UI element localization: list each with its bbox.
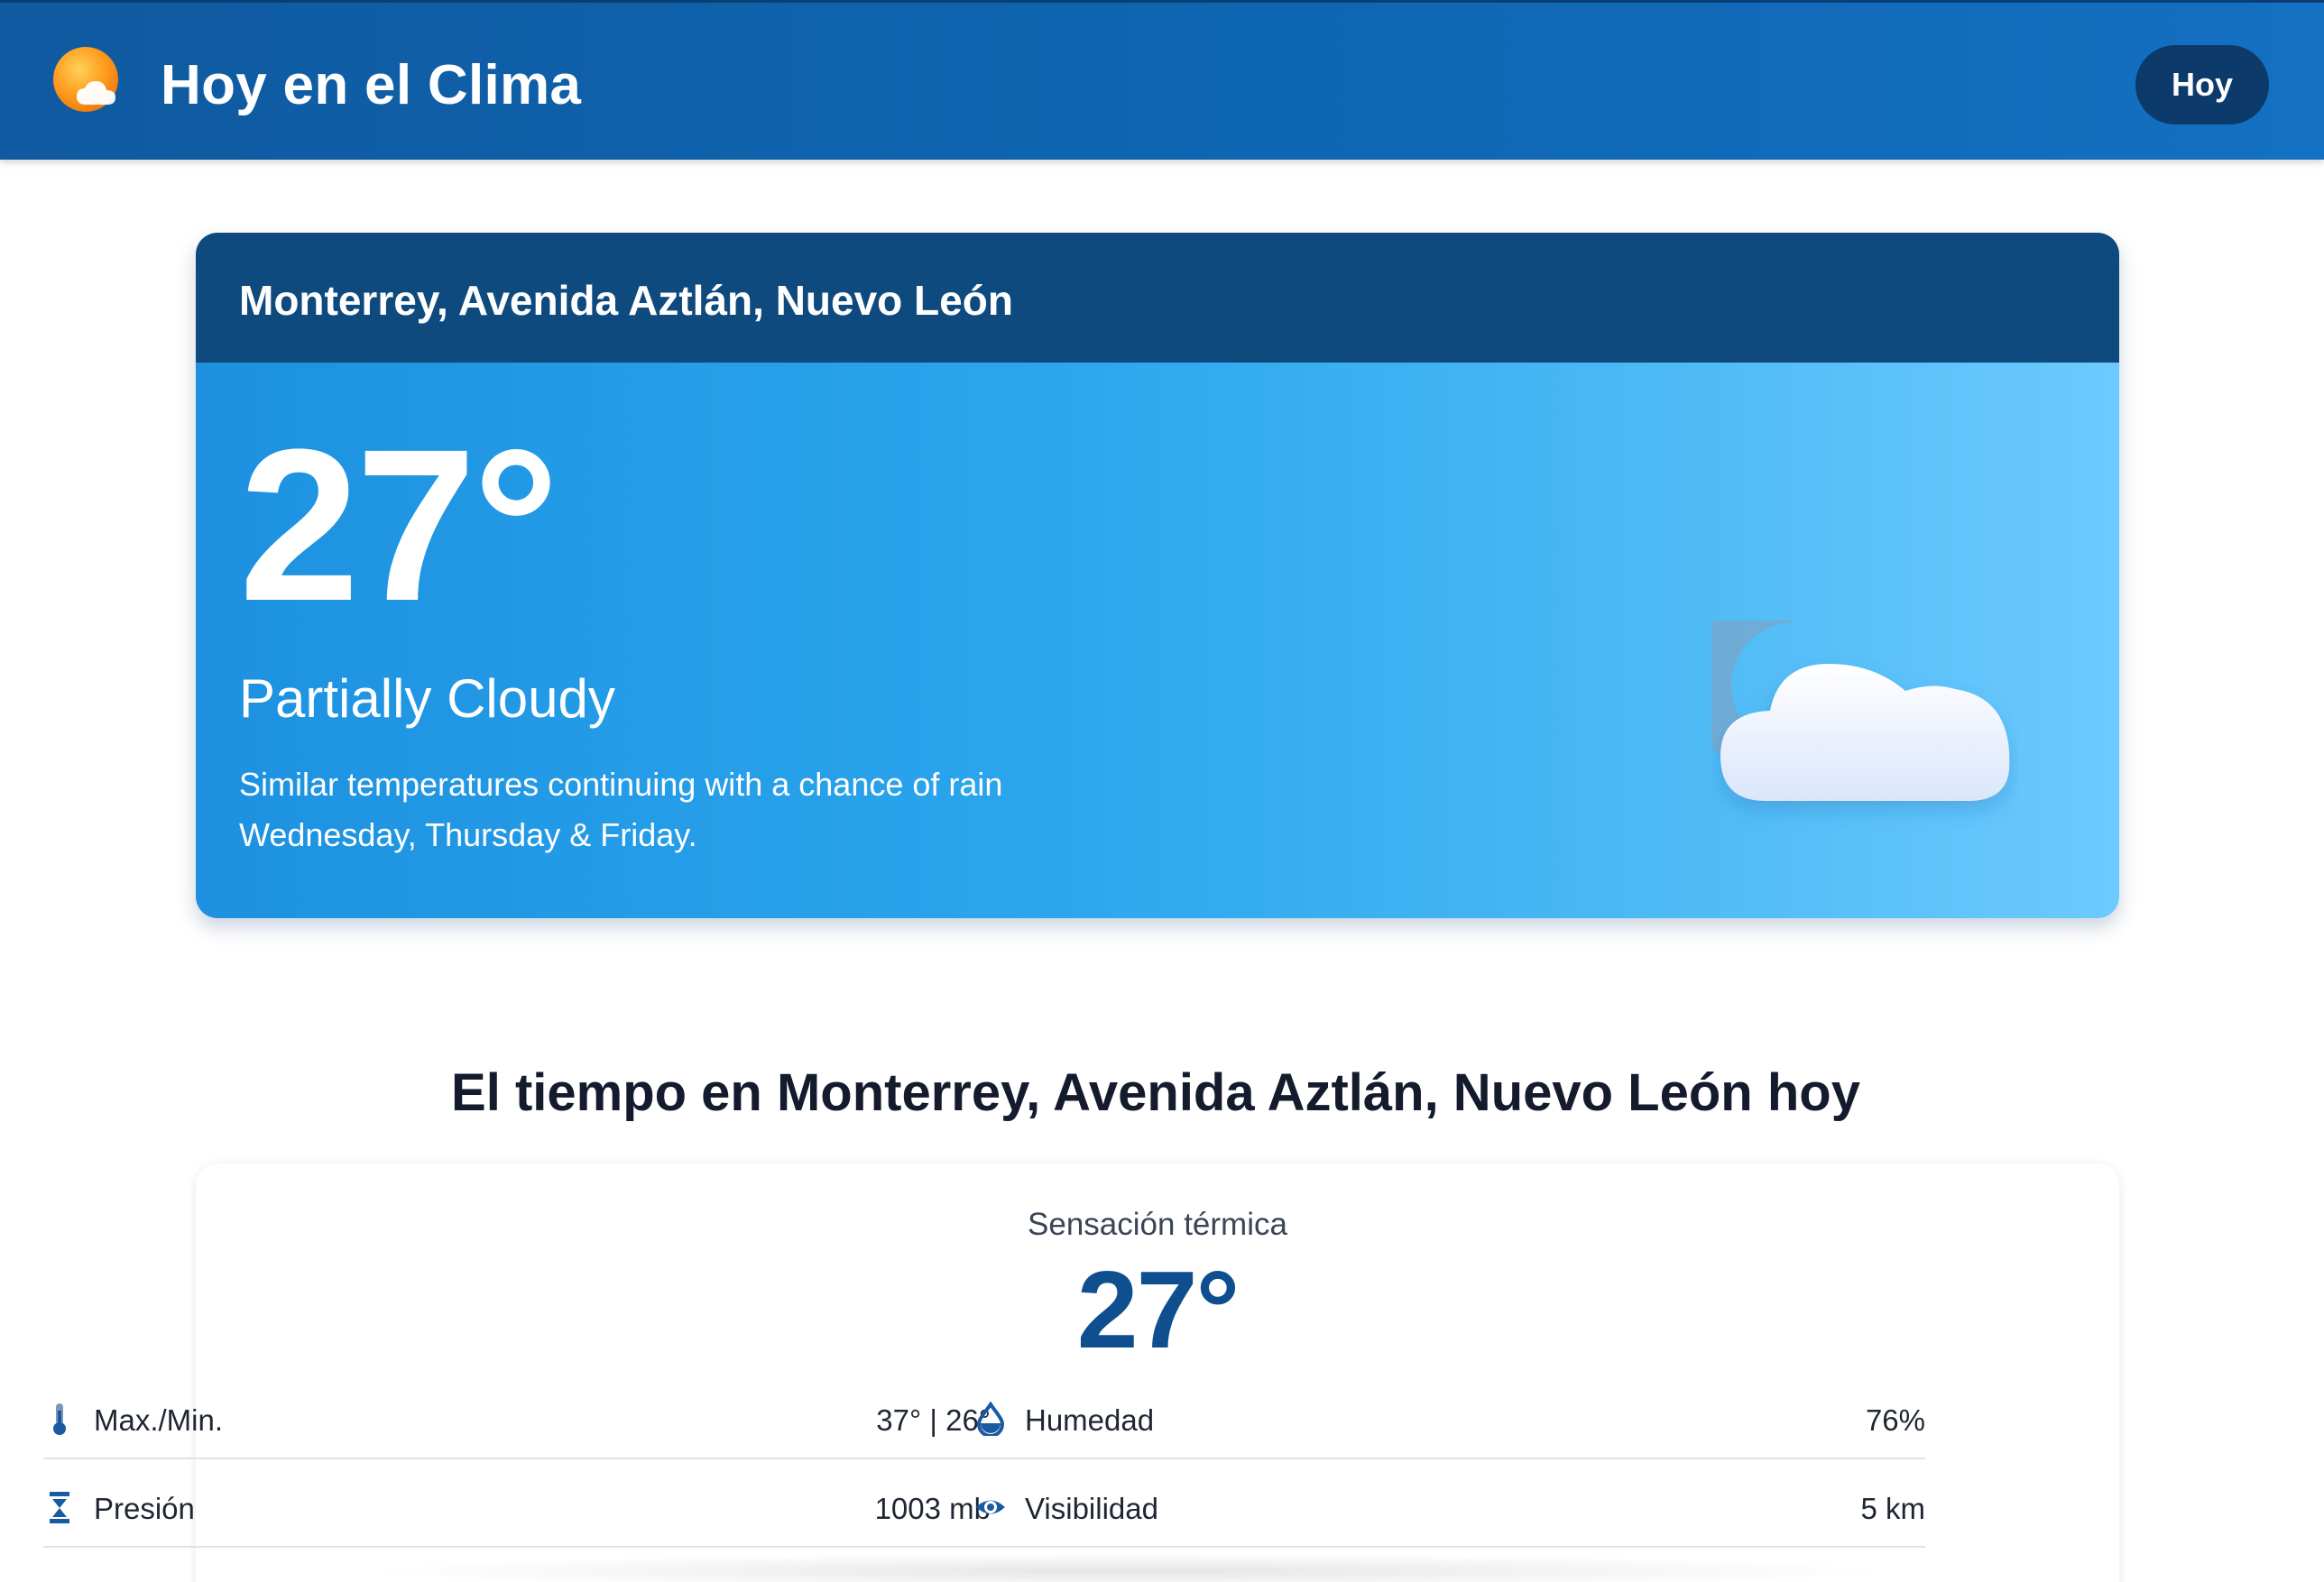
thermometer-icon: [53, 1403, 66, 1435]
site-title[interactable]: Hoy en el Clima: [161, 53, 581, 117]
current-temperature: 27°: [239, 404, 559, 646]
today-button[interactable]: Hoy: [2135, 45, 2269, 124]
page: Hoy en el Clima Hoy Monterrey, Avenida A…: [0, 0, 2324, 1582]
metric-row-pressure: Presión 1003 mb: [43, 1459, 991, 1548]
card-bottom-shadow: [361, 1553, 1895, 1582]
forecast-description: Similar temperatures continuing with a c…: [239, 766, 1003, 853]
metric-label: Humedad: [1025, 1403, 1155, 1437]
metric-label: Max./Min.: [94, 1403, 224, 1437]
current-weather-card: Monterrey, Avenida Aztlán, Nuevo León 27…: [196, 233, 2119, 918]
metric-value: 5 km: [1860, 1492, 1925, 1525]
top-bar: Hoy en el Clima Hoy: [0, 0, 2324, 160]
pressure-icon: [50, 1492, 69, 1523]
metric-value: 37° | 26°: [876, 1403, 991, 1437]
metric-value: 1003 mb: [874, 1492, 991, 1525]
moon-cloud-icon: [1711, 621, 2010, 801]
metric-row-humidity: Humedad 76%: [974, 1371, 1925, 1459]
eye-icon: [976, 1500, 1005, 1514]
location-name: Monterrey, Avenida Aztlán, Nuevo León: [239, 277, 1013, 324]
metric-label: Visibilidad: [1025, 1492, 1158, 1525]
metric-row-max-min: Max./Min. 37° | 26°: [43, 1371, 991, 1459]
metric-label: Presión: [94, 1492, 195, 1525]
feels-like-label: Sensación térmica: [1028, 1207, 1287, 1242]
droplet-icon: [976, 1402, 1005, 1436]
sun-cloud-logo-icon[interactable]: [51, 45, 125, 119]
location-header: Monterrey, Avenida Aztlán, Nuevo León: [196, 233, 2119, 363]
condition-text: Partially Cloudy: [239, 668, 615, 729]
metric-row-visibility: Visibilidad 5 km: [974, 1459, 1925, 1548]
metric-value: 76%: [1865, 1403, 1925, 1437]
feels-like-value: 27°: [1076, 1248, 1240, 1371]
section-heading: El tiempo en Monterrey, Avenida Aztlán, …: [451, 1063, 1860, 1122]
